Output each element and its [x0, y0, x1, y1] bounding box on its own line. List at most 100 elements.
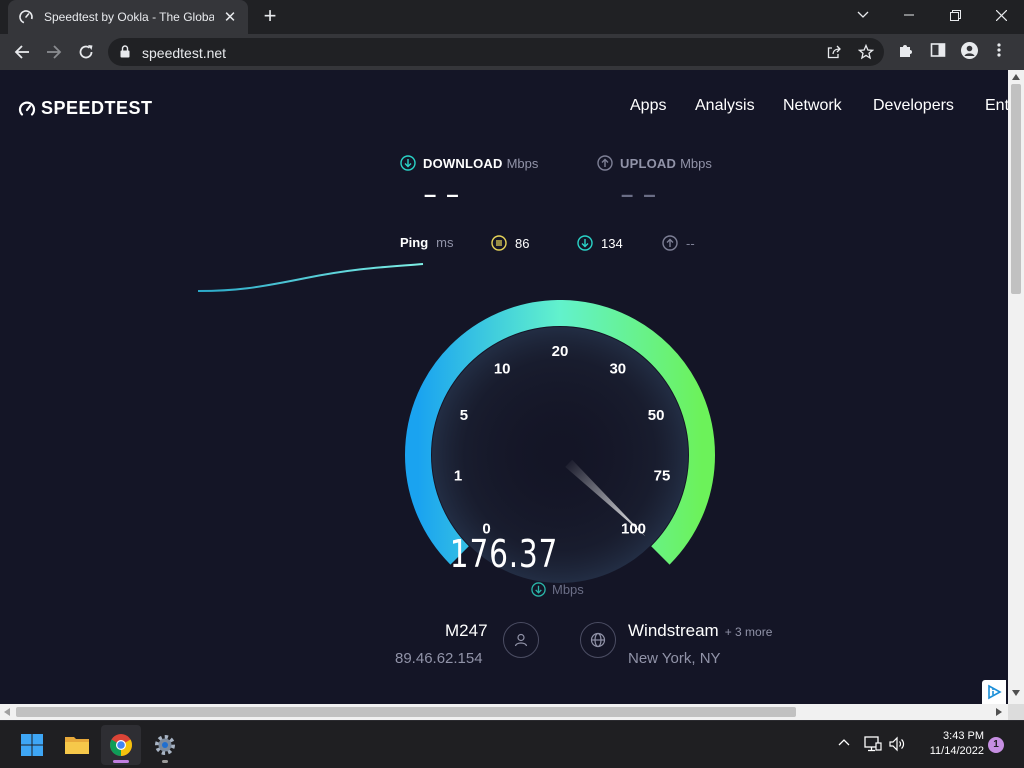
- upload-value: – –: [621, 182, 658, 207]
- current-speed-unit-text: Mbps: [552, 582, 584, 597]
- tab-strip: Speedtest by Ookla - The Global Broadban…: [0, 0, 1024, 34]
- arrow-right-icon: [47, 45, 62, 59]
- speed-trace-graph: [197, 263, 424, 292]
- network-monitor-icon[interactable]: [864, 735, 882, 753]
- profile-avatar-icon[interactable]: [961, 42, 978, 59]
- reload-button[interactable]: [72, 38, 100, 66]
- speedtest-logo[interactable]: SPEEDTEST: [18, 98, 153, 119]
- ping-download-value: 134: [601, 235, 623, 251]
- logo-text: SPEEDTEST: [41, 98, 153, 118]
- browser-toolbar: speedtest.net: [0, 34, 1024, 70]
- client-isp-name: M247: [445, 621, 488, 640]
- restore-icon: [949, 9, 961, 21]
- upload-header: UPLOAD Mbps: [597, 155, 712, 171]
- extensions-puzzle-icon[interactable]: [898, 42, 914, 58]
- bookmark-star-icon[interactable]: [858, 44, 874, 60]
- speedtest-favicon-icon: [19, 10, 33, 24]
- current-speed-value: 176.37: [449, 532, 559, 576]
- forward-button[interactable]: [40, 38, 68, 66]
- globe-icon: [590, 632, 606, 648]
- scrollbar-corner: [1008, 704, 1024, 720]
- windows-logo-icon: [21, 734, 43, 756]
- nav-link-analysis[interactable]: Analysis: [695, 97, 755, 115]
- user-icon: [514, 633, 528, 647]
- volume-icon[interactable]: [888, 735, 906, 753]
- back-button[interactable]: [8, 38, 36, 66]
- scroll-left-icon[interactable]: [4, 708, 10, 716]
- ping-idle-icon: [491, 235, 507, 251]
- server-name: Windstream: [628, 621, 719, 640]
- server-location: New York, NY: [628, 650, 721, 667]
- taskbar-file-explorer[interactable]: [57, 725, 97, 765]
- gauge-tick-label: 10: [494, 361, 511, 378]
- minimize-button[interactable]: [886, 0, 932, 30]
- arrow-left-icon: [14, 45, 29, 59]
- vertical-scrollbar[interactable]: [1008, 70, 1024, 704]
- start-button[interactable]: [12, 725, 52, 765]
- minimize-icon: [904, 14, 914, 16]
- gauge-tick-label: 75: [654, 467, 671, 484]
- close-icon: [995, 9, 1007, 21]
- nav-link-apps[interactable]: Apps: [630, 97, 666, 115]
- tray-overflow-chevron-icon[interactable]: [838, 738, 850, 746]
- lock-icon: [120, 45, 130, 58]
- ping-download-icon: [577, 235, 593, 251]
- gauge-tick-label: 20: [552, 343, 569, 360]
- taskbar-settings[interactable]: [145, 725, 185, 765]
- server-globe-button[interactable]: [580, 622, 616, 658]
- client-ip: 89.46.62.154: [395, 650, 483, 667]
- address-bar[interactable]: speedtest.net: [108, 38, 884, 66]
- scroll-down-icon[interactable]: [1012, 690, 1020, 696]
- browser-tab-speedtest[interactable]: Speedtest by Ookla - The Global Broadban…: [8, 0, 248, 34]
- chrome-active-indicator: [113, 760, 129, 763]
- download-unit: Mbps: [506, 155, 539, 171]
- download-value: – –: [424, 182, 461, 207]
- nav-link-developers[interactable]: Developers: [873, 97, 954, 115]
- tab-search-button[interactable]: [840, 0, 886, 30]
- gauge-tick-label: 5: [460, 407, 468, 424]
- system-clock[interactable]: 3:43 PM 11/14/2022: [912, 729, 984, 759]
- ping-label-group: Ping ms: [400, 235, 454, 250]
- chrome-icon: [110, 734, 132, 756]
- scroll-up-icon[interactable]: [1012, 74, 1020, 80]
- ping-idle: 86: [491, 235, 529, 251]
- reload-icon: [79, 45, 93, 59]
- chevron-down-icon: [857, 11, 869, 18]
- speedtest-logo-icon: [18, 101, 36, 116]
- side-panel-icon[interactable]: [930, 42, 946, 58]
- download-small-icon: [531, 582, 546, 597]
- tab-close-icon[interactable]: ✕: [222, 8, 238, 26]
- kebab-menu-icon[interactable]: [997, 42, 1001, 58]
- restore-button[interactable]: [932, 0, 978, 30]
- clock-time: 3:43 PM: [943, 730, 984, 742]
- horizontal-scrollbar[interactable]: [0, 704, 1008, 720]
- adchoices-icon: [988, 684, 1002, 700]
- ping-idle-value: 86: [515, 235, 530, 251]
- adchoices-badge[interactable]: [982, 680, 1006, 704]
- gauge-tick-label: 50: [648, 407, 665, 424]
- scroll-right-icon[interactable]: [996, 708, 1002, 716]
- tab-title: Speedtest by Ookla - The Global Broadban…: [44, 10, 215, 24]
- nav-link-network[interactable]: Network: [783, 97, 842, 115]
- share-icon[interactable]: [826, 44, 842, 60]
- server-more-link[interactable]: + 3 more: [725, 625, 773, 639]
- client-user-button[interactable]: [503, 622, 539, 658]
- ping-label: Ping: [400, 235, 429, 250]
- url-text: speedtest.net: [142, 45, 227, 61]
- upload-arrow-icon: [597, 155, 613, 171]
- close-window-button[interactable]: [978, 0, 1024, 30]
- nav-link-enterprise[interactable]: Ent: [985, 97, 1008, 115]
- page-viewport: SPEEDTEST Apps Analysis Network Develope…: [0, 70, 1008, 704]
- new-tab-button[interactable]: +: [258, 5, 282, 29]
- clock-date: 11/14/2022: [929, 745, 984, 757]
- settings-open-indicator: [162, 760, 168, 763]
- notification-badge[interactable]: 1: [988, 737, 1004, 753]
- current-speed-unit: Mbps: [531, 582, 584, 597]
- upload-label: UPLOAD: [620, 155, 677, 171]
- taskbar-chrome[interactable]: [101, 725, 141, 765]
- ping-upload: --: [662, 235, 695, 251]
- horizontal-scroll-thumb[interactable]: [16, 707, 796, 717]
- download-label: DOWNLOAD: [423, 155, 503, 171]
- vertical-scroll-thumb[interactable]: [1011, 84, 1021, 294]
- gauge-tick-label: 30: [609, 361, 626, 378]
